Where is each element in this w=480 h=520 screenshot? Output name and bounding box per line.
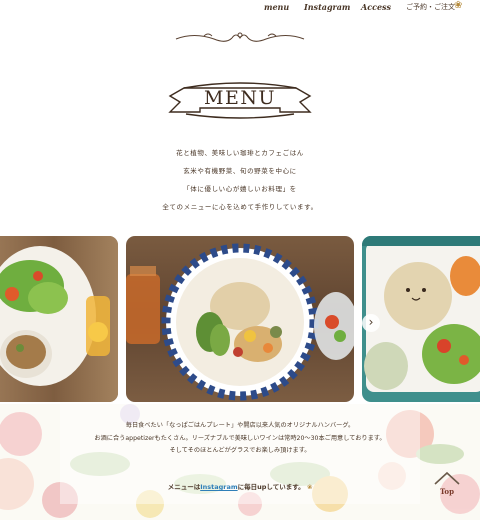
- instagram-notice: メニューはInstagramに毎日upしています。 ❀: [0, 481, 480, 491]
- carousel-slide-rice-plate[interactable]: [126, 236, 354, 402]
- nav-access-link[interactable]: Access: [361, 2, 391, 12]
- nav-reserve-link[interactable]: ご予約・ご注文: [406, 2, 455, 12]
- menu-description: 毎日食べたい「なっぱごはんプレート」や開店以来人気のオリジナルハンバーグ。 お酒…: [0, 420, 480, 458]
- carousel-slide-salad[interactable]: [0, 236, 118, 402]
- flower-icon: ❀: [454, 0, 463, 11]
- carousel-slide-lunchbox[interactable]: [362, 236, 480, 402]
- top-nav: menu Instagram Access ご予約・ご注文 ❀: [0, 0, 480, 16]
- description-line: 毎日食べたい「なっぱごはんプレート」や開店以来人気のオリジナルハンバーグ。: [125, 422, 355, 429]
- rice-plate-photo: [126, 236, 354, 402]
- back-to-top-label: Top: [440, 487, 454, 496]
- photo-carousel[interactable]: [0, 236, 480, 404]
- salad-photo: [0, 236, 118, 402]
- instagram-link[interactable]: Instagram: [200, 483, 237, 491]
- intro-line: 「体に優しい心が嬉しいお料理」を: [183, 185, 297, 193]
- intro-line: 花と植物、美味しい珈琲とカフェごはん: [176, 149, 304, 157]
- intro-line: 全てのメニューに心を込めて手作りしています。: [162, 203, 318, 211]
- flower-icon: ❀: [306, 483, 313, 491]
- page-title: MENU: [204, 87, 276, 109]
- intro-line: 玄米や有機野菜、旬の野菜を中心に: [183, 167, 297, 175]
- menu-title-banner: MENU: [168, 82, 312, 119]
- ornament-divider: [175, 32, 305, 42]
- nav-menu-link[interactable]: menu: [264, 2, 289, 12]
- carousel-next-button[interactable]: ›: [362, 314, 380, 332]
- back-to-top-button[interactable]: Top: [432, 470, 462, 500]
- instagram-notice-suffix: に毎日upしています。: [237, 483, 305, 491]
- instagram-notice-prefix: メニューは: [167, 483, 201, 491]
- chevron-up-icon: [434, 471, 460, 485]
- intro-text: 花と植物、美味しい珈琲とカフェごはん 玄米や有機野菜、旬の野菜を中心に 「体に優…: [0, 144, 480, 216]
- chevron-right-icon: ›: [368, 315, 374, 329]
- lunchbox-photo: [362, 236, 480, 402]
- description-line: そしてそのほとんどがグラスでお楽しみ頂けます。: [169, 447, 311, 454]
- nav-instagram-link[interactable]: Instagram: [304, 2, 350, 12]
- description-line: お酒に合うappetizerもたくさん。リーズナブルで美味しいワインは常時20～…: [94, 434, 386, 442]
